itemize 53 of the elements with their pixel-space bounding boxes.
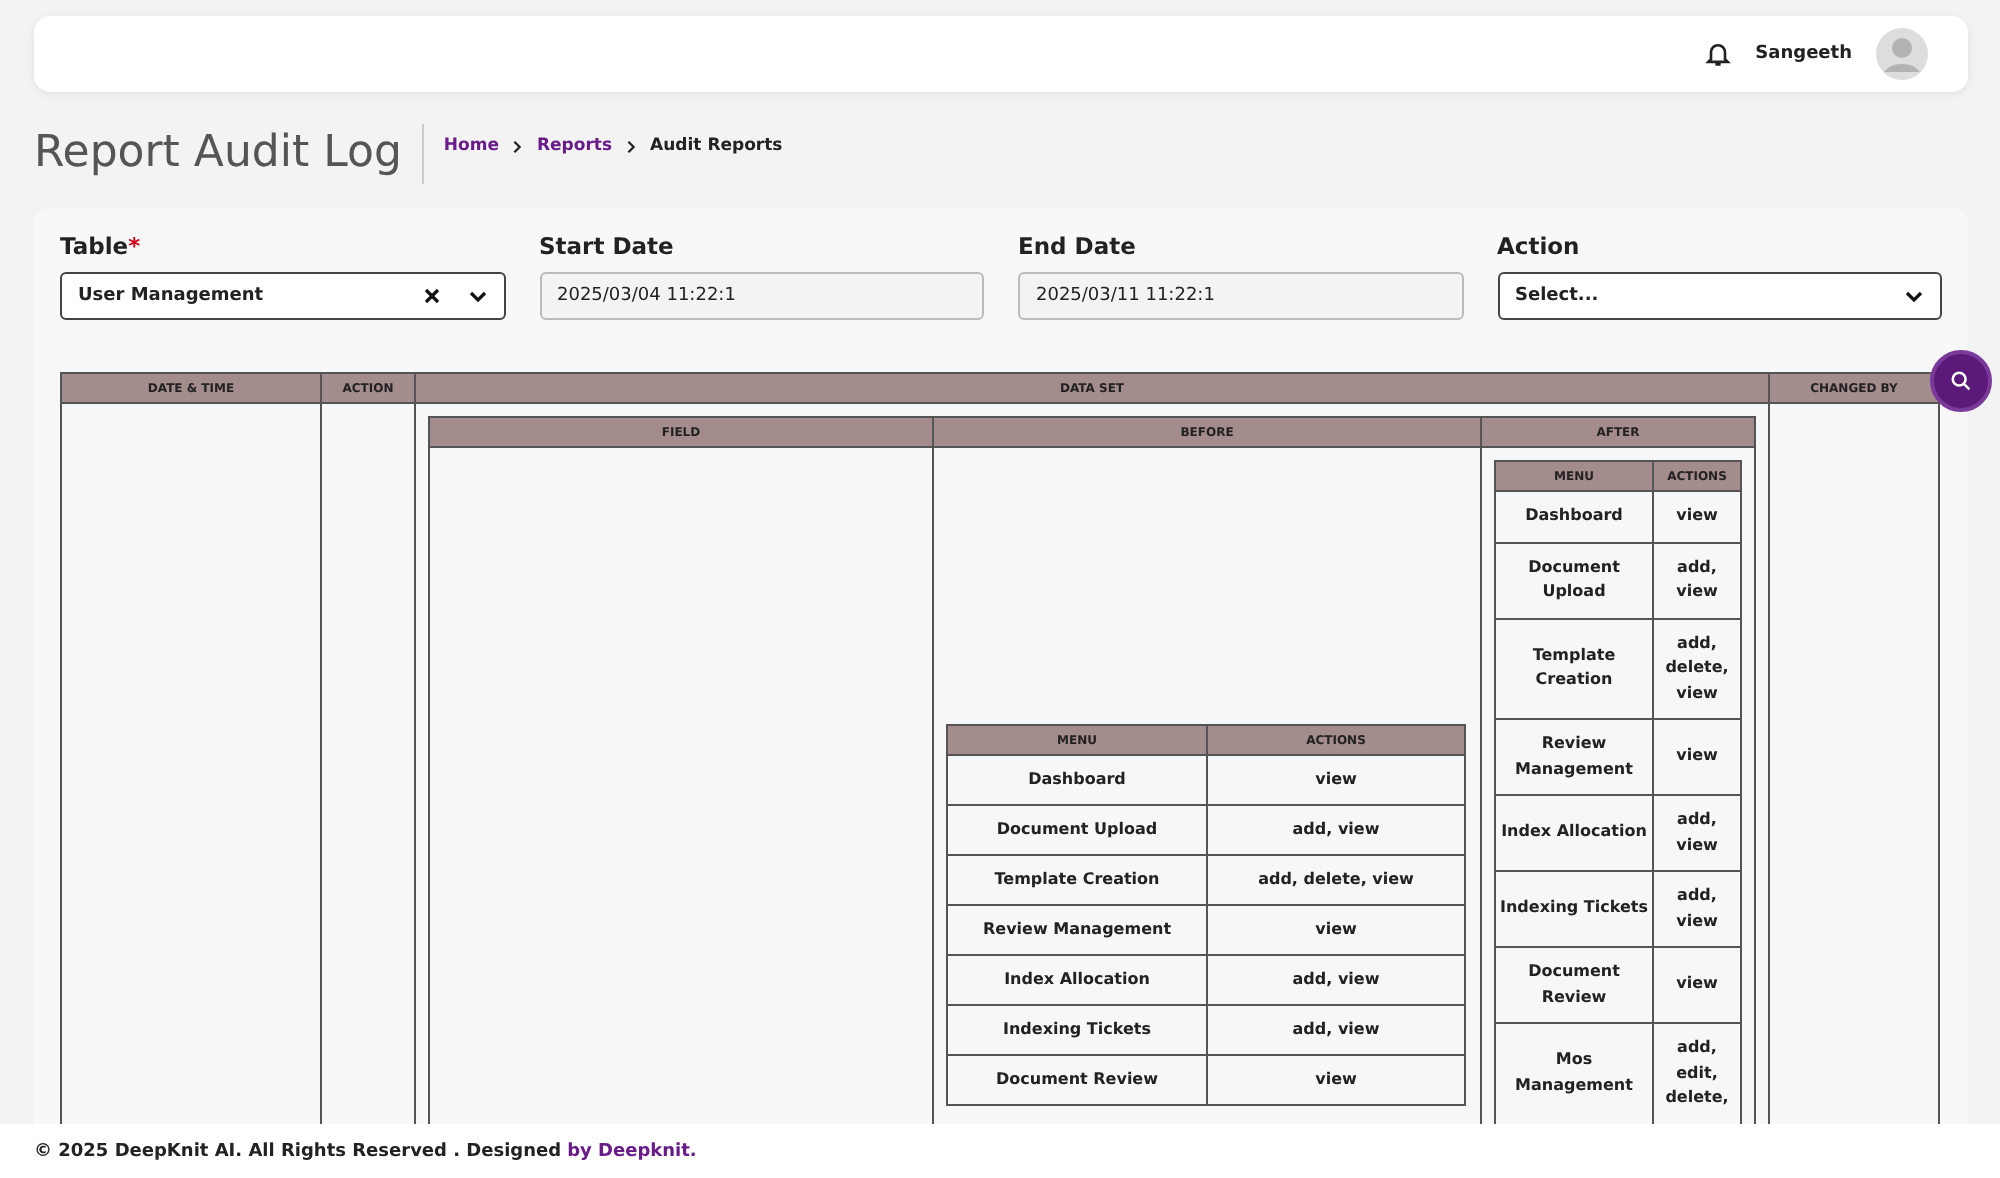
table-cell: Dashboard	[947, 755, 1207, 805]
table-cell: add, view	[1207, 1005, 1465, 1055]
copyright-text: © 2025 DeepKnit AI. All Rights Reserved . Designed	[34, 1141, 562, 1161]
breadcrumb-link[interactable]: Audit Reports	[650, 136, 783, 156]
table-cell: add, delete, view	[1653, 618, 1741, 719]
table-cell: Document Review	[947, 1055, 1207, 1105]
designer-link[interactable]: by Deepknit.	[567, 1141, 697, 1161]
field-label: Table*	[60, 232, 143, 260]
select-field[interactable]: Select...	[1497, 272, 1942, 320]
table-cell: view	[1207, 755, 1465, 805]
caret-icon	[1904, 289, 1924, 303]
table-cell: add, view	[1653, 795, 1741, 871]
breadcrumb-link[interactable]: Reports	[536, 136, 613, 156]
table-cell: Index Allocation	[1495, 795, 1653, 871]
search-icon	[1950, 370, 1972, 392]
table-cell: view	[1653, 947, 1741, 1023]
table-cell: add, view	[1653, 542, 1741, 618]
date-field[interactable]: 2025/03/04 11:22:1	[539, 272, 984, 320]
table-cell: Dashboard	[1495, 491, 1653, 542]
table-cell: Indexing Tickets	[1495, 871, 1653, 947]
table-cell: Template Creation	[1495, 618, 1653, 719]
table-cell: Review Management	[947, 905, 1207, 955]
select-field[interactable]: User Management	[60, 272, 505, 320]
table-cell: Index Allocation	[947, 955, 1207, 1005]
chevron-icon	[624, 139, 639, 153]
clear-icon[interactable]	[423, 288, 439, 304]
search-button[interactable]	[1930, 350, 1992, 412]
table-cell: view	[1653, 719, 1741, 795]
bell-icon[interactable]	[1703, 40, 1732, 68]
table-cell: view	[1653, 491, 1741, 542]
breadcrumb-link[interactable]: Home	[443, 136, 499, 156]
table-cell: view	[1207, 905, 1465, 955]
table-cell: add, view	[1207, 805, 1465, 855]
table-cell: Document Upload	[947, 805, 1207, 855]
chevron-icon	[510, 139, 525, 153]
page-title: Report Audit Log	[34, 124, 424, 184]
table-cell: add, delete, view	[1207, 855, 1465, 905]
table-cell: Template Creation	[947, 855, 1207, 905]
caret-icon	[467, 289, 487, 303]
table-cell: Indexing Tickets	[947, 1005, 1207, 1055]
table-cell: Document Review	[1495, 947, 1653, 1023]
table-cell: Document Upload	[1495, 542, 1653, 618]
table-cell: Review Management	[1495, 719, 1653, 795]
table-cell: view	[1207, 1055, 1465, 1105]
field-label: Action	[1497, 232, 1582, 260]
table-cell: add, view	[1653, 871, 1741, 947]
field-label: Start Date	[539, 232, 676, 260]
table-cell: add, view	[1207, 955, 1465, 1005]
table-cell: add, edit, delete,	[1653, 1023, 1741, 1124]
field-label: End Date	[1018, 232, 1138, 260]
date-field[interactable]: 2025/03/11 11:22:1	[1018, 272, 1463, 320]
table-cell: Mos Management	[1495, 1023, 1653, 1124]
user-name[interactable]: Sangeeth	[1755, 44, 1852, 64]
